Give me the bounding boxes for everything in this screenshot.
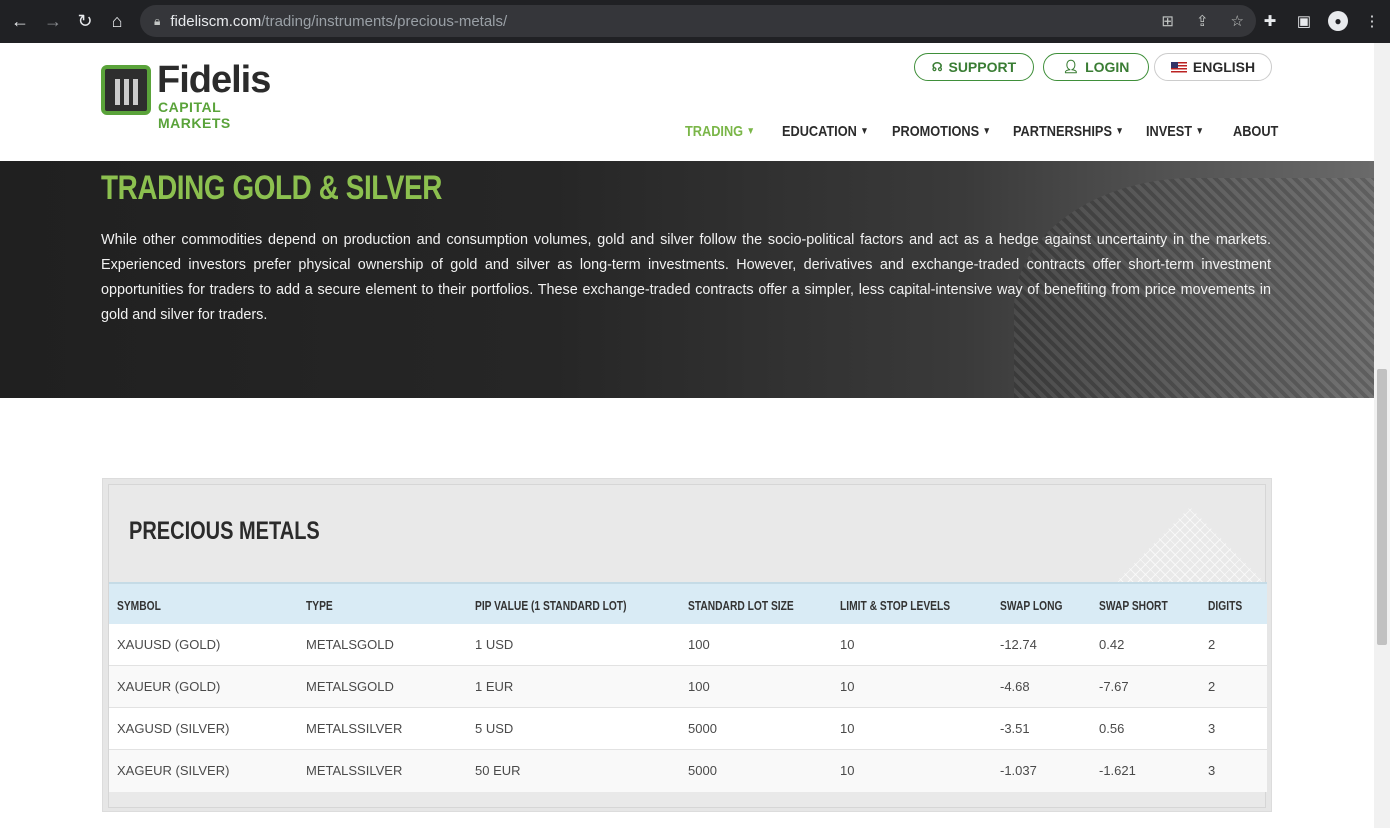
- column-header: LIMIT & STOP LEVELS: [840, 599, 951, 613]
- logo-name: Fidelis: [157, 59, 271, 101]
- login-label: LOGIN: [1085, 59, 1130, 75]
- user-icon: 👤︎: [1062, 59, 1080, 74]
- us-flag-icon: [1170, 61, 1187, 73]
- column-header: SWAP LONG: [1000, 599, 1063, 613]
- chevron-down-icon: ▼: [746, 125, 755, 137]
- translate-icon[interactable]: ⊞: [1161, 12, 1174, 30]
- star-icon[interactable]: ☆: [1231, 12, 1244, 30]
- forward-icon[interactable]: →: [37, 5, 69, 37]
- logo-mark-icon: [101, 65, 151, 115]
- share-icon[interactable]: ⇪: [1196, 12, 1209, 30]
- profile-icon[interactable]: ●: [1328, 11, 1348, 31]
- nav-invest[interactable]: INVEST ▼: [1146, 123, 1204, 140]
- home-icon[interactable]: ⌂: [101, 5, 133, 37]
- chevron-down-icon: ▼: [860, 125, 869, 137]
- logo-subtitle: CAPITAL MARKETS: [158, 99, 231, 131]
- browser-toolbar: ← → ↻ ⌂ 🔒︎ fideliscm.com/trading/instrum…: [0, 0, 1390, 43]
- column-header: DIGITS: [1208, 599, 1243, 613]
- table-row: XAGEUR (SILVER) METALSSILVER 50 EUR 5000…: [109, 750, 1267, 792]
- column-header: SYMBOL: [117, 599, 161, 613]
- language-selector[interactable]: ENGLISH: [1154, 53, 1272, 81]
- precious-metals-panel: PRECIOUS METALS SYMBOL TYPE PIP VALUE (1…: [102, 478, 1272, 812]
- chevron-down-icon: ▼: [1195, 125, 1204, 137]
- nav-partnerships[interactable]: PARTNERSHIPS ▼: [1013, 123, 1124, 140]
- back-icon[interactable]: ←: [4, 5, 36, 37]
- url-domain: fideliscm.com: [170, 12, 262, 30]
- side-panel-icon[interactable]: ▣: [1294, 11, 1314, 31]
- headset-icon: ☊: [931, 60, 943, 74]
- nav-promotions[interactable]: PROMOTIONS ▼: [892, 123, 991, 140]
- reload-icon[interactable]: ↻: [69, 5, 101, 37]
- address-bar[interactable]: 🔒︎ fideliscm.com/trading/instruments/pre…: [140, 5, 1256, 37]
- url-path: /trading/instruments/precious-metals/: [261, 12, 508, 30]
- menu-icon[interactable]: ⋮: [1362, 11, 1382, 31]
- hero-title: TRADING GOLD & SILVER: [101, 169, 442, 207]
- nav-education[interactable]: EDUCATION ▼: [782, 123, 869, 140]
- scrollbar-thumb[interactable]: [1377, 369, 1387, 645]
- table-header: SYMBOL TYPE PIP VALUE (1 STANDARD LOT) S…: [109, 582, 1267, 624]
- hero-banner: TRADING GOLD & SILVER While other commod…: [0, 161, 1374, 398]
- column-header: STANDARD LOT SIZE: [688, 599, 794, 613]
- logo[interactable]: Fidelis CAPITAL MARKETS: [101, 59, 291, 131]
- column-header: TYPE: [306, 599, 333, 613]
- lock-icon: 🔒︎: [154, 13, 161, 28]
- table-row: XAGUSD (SILVER) METALSSILVER 5 USD 5000 …: [109, 708, 1267, 750]
- table-row: XAUUSD (GOLD) METALSGOLD 1 USD 100 10 -1…: [109, 624, 1267, 666]
- language-label: ENGLISH: [1192, 59, 1256, 75]
- page-scrollbar[interactable]: [1374, 43, 1390, 828]
- column-header: SWAP SHORT: [1099, 599, 1168, 613]
- extensions-icon[interactable]: ✚: [1260, 11, 1280, 31]
- decorative-pattern: [1115, 507, 1265, 583]
- table-row: XAUEUR (GOLD) METALSGOLD 1 EUR 100 10 -4…: [109, 666, 1267, 708]
- hero-description: While other commodities depend on produc…: [101, 232, 1271, 323]
- nav-about[interactable]: ABOUT: [1233, 123, 1278, 140]
- login-button[interactable]: 👤︎ LOGIN: [1043, 53, 1149, 81]
- table-title: PRECIOUS METALS: [129, 517, 320, 545]
- column-header: PIP VALUE (1 STANDARD LOT): [475, 599, 627, 613]
- site-header: Fidelis CAPITAL MARKETS ☊ SUPPORT 👤︎ LOG…: [0, 43, 1374, 161]
- support-button[interactable]: ☊ SUPPORT: [914, 53, 1034, 81]
- chevron-down-icon: ▼: [1115, 125, 1124, 137]
- chevron-down-icon: ▼: [982, 125, 991, 137]
- nav-trading[interactable]: TRADING ▼: [685, 123, 755, 140]
- support-label: SUPPORT: [948, 59, 1017, 75]
